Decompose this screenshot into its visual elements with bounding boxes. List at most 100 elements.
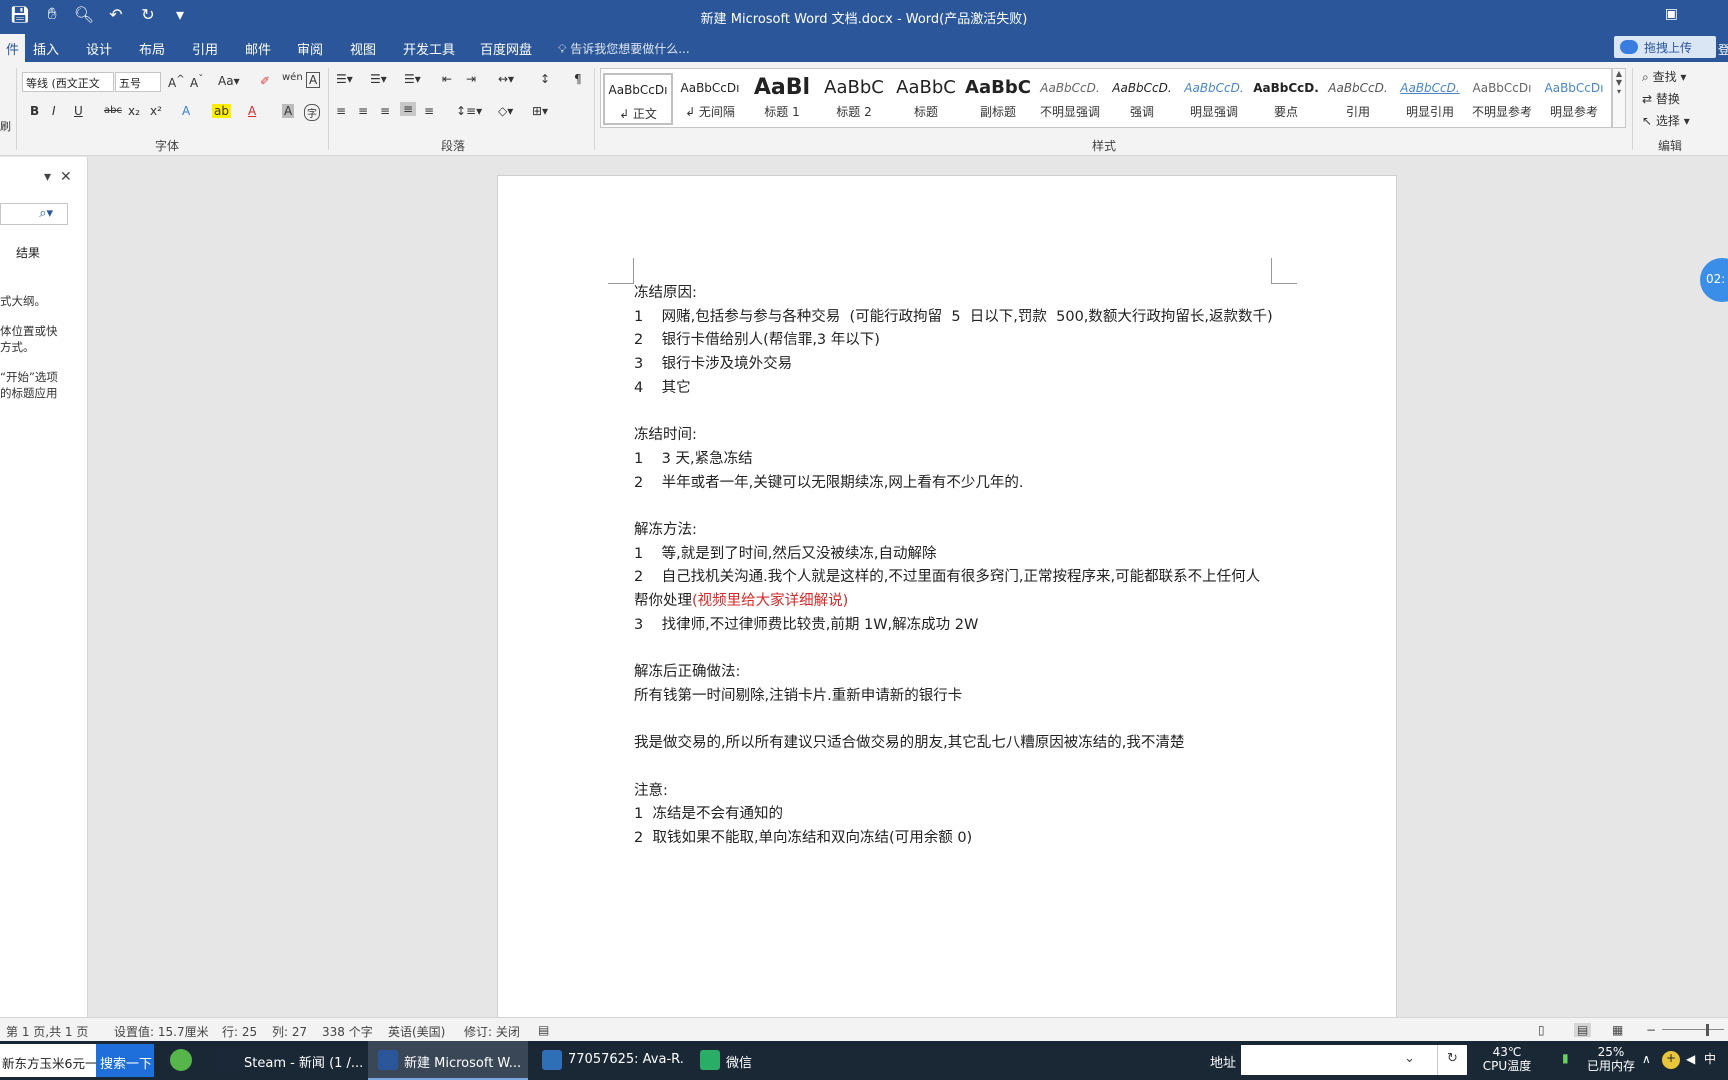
select-button[interactable]: ↖ 选择 ▾ [1642,112,1690,129]
close-icon[interactable]: ✕ [60,169,72,185]
style-subtitle[interactable]: AaBbC 副标题 [963,73,1033,125]
empty-paragraph[interactable] [634,756,1274,780]
shrink-font-icon[interactable]: Aˇ [190,74,203,90]
line-spacing-icon[interactable]: ↕≡▾ [456,104,482,118]
align-right-icon[interactable]: ≡ [380,104,390,118]
column-indicator[interactable]: 列: 27 [272,1023,307,1040]
web-search-button[interactable]: 搜索一下 [96,1044,154,1077]
doc-paragraph[interactable]: 所有钱第一时间剔除,注销卡片.重新申请新的银行卡 [634,685,1274,709]
tab-results[interactable]: 结果 [16,244,40,261]
taskbar-item-steam[interactable]: Steam - 新闻 (1 /... [208,1041,362,1080]
tray-expand-icon[interactable]: ∧ [1642,1052,1651,1066]
language-indicator[interactable]: 英语(美国) [388,1023,445,1040]
refresh-icon[interactable]: ↻ [1437,1045,1467,1075]
clear-format-icon[interactable]: ✐ [260,74,270,88]
taskbar-item-ava[interactable]: 77057625: Ava-R... [532,1041,684,1080]
zoom-slider[interactable] [1662,1029,1724,1030]
replace-button[interactable]: ⇄ 替换 [1642,90,1680,107]
web-layout-icon[interactable]: ▦ [1612,1023,1623,1037]
input-method-indicator[interactable]: 中 [1704,1052,1716,1066]
highlight-button[interactable]: ab [212,104,231,118]
tab-design[interactable]: 设计 [86,39,112,58]
empty-paragraph[interactable] [634,709,1274,733]
empty-paragraph[interactable] [634,401,1274,425]
doc-paragraph[interactable]: 1 3 天,紧急冻结 [634,448,1274,472]
tell-me-box[interactable]: 💡︎ 告诉我您想要做什么... [558,40,690,57]
justify-icon[interactable]: ≡ [400,102,417,116]
tab-insert[interactable]: 插入 [33,39,59,58]
doc-paragraph[interactable]: 3 找律师,不过律师费比较贵,前期 1W,解冻成功 2W [634,614,1274,638]
subscript-button[interactable]: x₂ [128,104,140,118]
change-case-icon[interactable]: Aa▾ [218,74,240,88]
style-subtle-reference[interactable]: AaBbCcDı 不明显参考 [1467,73,1537,125]
doc-paragraph[interactable]: 解冻方法: [634,519,1274,543]
bullets-icon[interactable]: ☰▾ [336,72,353,86]
doc-paragraph[interactable]: 解冻后正确做法: [634,661,1274,685]
nav-search-input[interactable]: ⌕▾ [0,203,68,225]
pane-options-icon[interactable]: ▾ [44,169,51,185]
style-normal[interactable]: AaBbCcDı ↲ 正文 [603,73,673,125]
doc-paragraph[interactable]: 1 网赌,包括参与参与各种交易 (可能行政拘留 5 日以下,罚款 500,数额大… [634,306,1274,330]
tab-layout[interactable]: 布局 [139,39,165,58]
style-intense-quote[interactable]: AaBbCcD. 明显引用 [1395,73,1465,125]
numbering-icon[interactable]: ☰▾ [370,72,387,86]
font-name-select[interactable]: 等线 (西文正文 [22,72,114,92]
enclose-characters-button[interactable]: 字 [304,104,320,121]
strikethrough-button[interactable]: abc [104,105,122,116]
doc-paragraph[interactable]: 1 等,就是到了时间,然后又没被续冻,自动解除 [634,543,1274,567]
tab-file[interactable]: 件 [0,34,26,62]
upload-button[interactable]: 拖拽上传 [1614,36,1716,58]
style-intense-emphasis[interactable]: AaBbCcD. 明显强调 [1179,73,1249,125]
chinese-layout-icon[interactable]: ↔▾ [498,72,514,86]
increase-indent-icon[interactable]: ⇥ [466,72,476,86]
style-strong[interactable]: AaBbCcD. 要点 [1251,73,1321,125]
print-layout-icon[interactable]: ▤ [1574,1023,1592,1037]
document-body[interactable]: 冻结原因: 1 网赌,包括参与参与各种交易 (可能行政拘留 5 日以下,罚款 50… [634,282,1274,851]
shading-icon[interactable]: ◇▾ [498,104,513,118]
tab-baidu-netdisk[interactable]: 百度网盘 [480,39,532,58]
row-indicator[interactable]: 行: 25 [222,1023,257,1040]
tab-references[interactable]: 引用 [192,39,218,58]
character-shading-button[interactable]: A [282,104,295,118]
doc-paragraph[interactable]: 1 冻结是不会有通知的 [634,803,1274,827]
style-quote[interactable]: AaBbCcD. 引用 [1323,73,1393,125]
sort-icon[interactable]: ↕ [540,72,550,86]
macro-icon[interactable]: ▤ [538,1023,549,1037]
italic-button[interactable]: I [52,104,56,118]
taskbar-item-word[interactable]: 新建 Microsoft W... [368,1041,528,1080]
character-border-icon[interactable]: A [306,72,321,88]
font-size-select[interactable]: 五号 [115,72,161,92]
style-emphasis[interactable]: AaBbCcD. 强调 [1107,73,1177,125]
word-count[interactable]: 338 个字 [322,1023,373,1040]
superscript-button[interactable]: x² [150,104,162,118]
login-link[interactable]: 登 [1718,41,1728,58]
doc-paragraph[interactable]: 3 银行卡涉及境外交易 [634,353,1274,377]
style-no-spacing[interactable]: AaBbCcDı ↲ 无间隔 [675,73,745,125]
doc-paragraph[interactable]: 我是做交易的,所以所有建议只适合做交易的朋友,其它乱七八糟原因被冻结的,我不清楚 [634,732,1274,756]
text-effects-button[interactable]: A [182,104,190,118]
align-left-icon[interactable]: ≡ [336,104,346,118]
search-icon[interactable]: ⌕▾ [39,206,53,221]
web-search-input[interactable]: 新东方玉米6元一根 [0,1044,96,1077]
track-changes-status[interactable]: 修订: 关闭 [464,1023,520,1040]
browser-icon[interactable] [170,1049,192,1071]
style-heading-2[interactable]: AaBbC 标题 2 [819,73,889,125]
address-input[interactable]: ⌄ ↻ [1241,1045,1467,1075]
doc-paragraph[interactable]: 2 银行卡借给别人(帮信罪,3 年以下) [634,329,1274,353]
doc-paragraph[interactable]: 2 自己找机关沟通.我个人就是这样的,不过里面有很多窍门,正常按程序来,可能都联… [634,566,1274,613]
empty-paragraph[interactable] [634,638,1274,662]
zoom-slider-thumb[interactable] [1706,1024,1709,1036]
borders-icon[interactable]: ⊞▾ [532,104,548,118]
style-subtle-emphasis[interactable]: AaBbCcD. 不明显强调 [1035,73,1105,125]
distributed-icon[interactable]: ≡ [424,104,434,118]
document-page[interactable]: 冻结原因: 1 网赌,包括参与参与各种交易 (可能行政拘留 5 日以下,罚款 50… [497,175,1397,1035]
taskbar-item-wechat[interactable]: 微信 [690,1041,780,1080]
ribbon-display-icon[interactable]: ▣ [1665,6,1678,22]
decrease-indent-icon[interactable]: ⇤ [442,72,452,86]
multilevel-list-icon[interactable]: ☰▾ [404,72,421,86]
find-button[interactable]: ⌕ 查找 ▾ [1642,68,1686,85]
font-color-button[interactable]: A [248,104,256,118]
page-count[interactable]: 第 1 页,共 1 页 [6,1023,88,1040]
gallery-scroll[interactable]: ▲ ▼ ▾ [1612,68,1626,128]
tab-view[interactable]: 视图 [350,39,376,58]
